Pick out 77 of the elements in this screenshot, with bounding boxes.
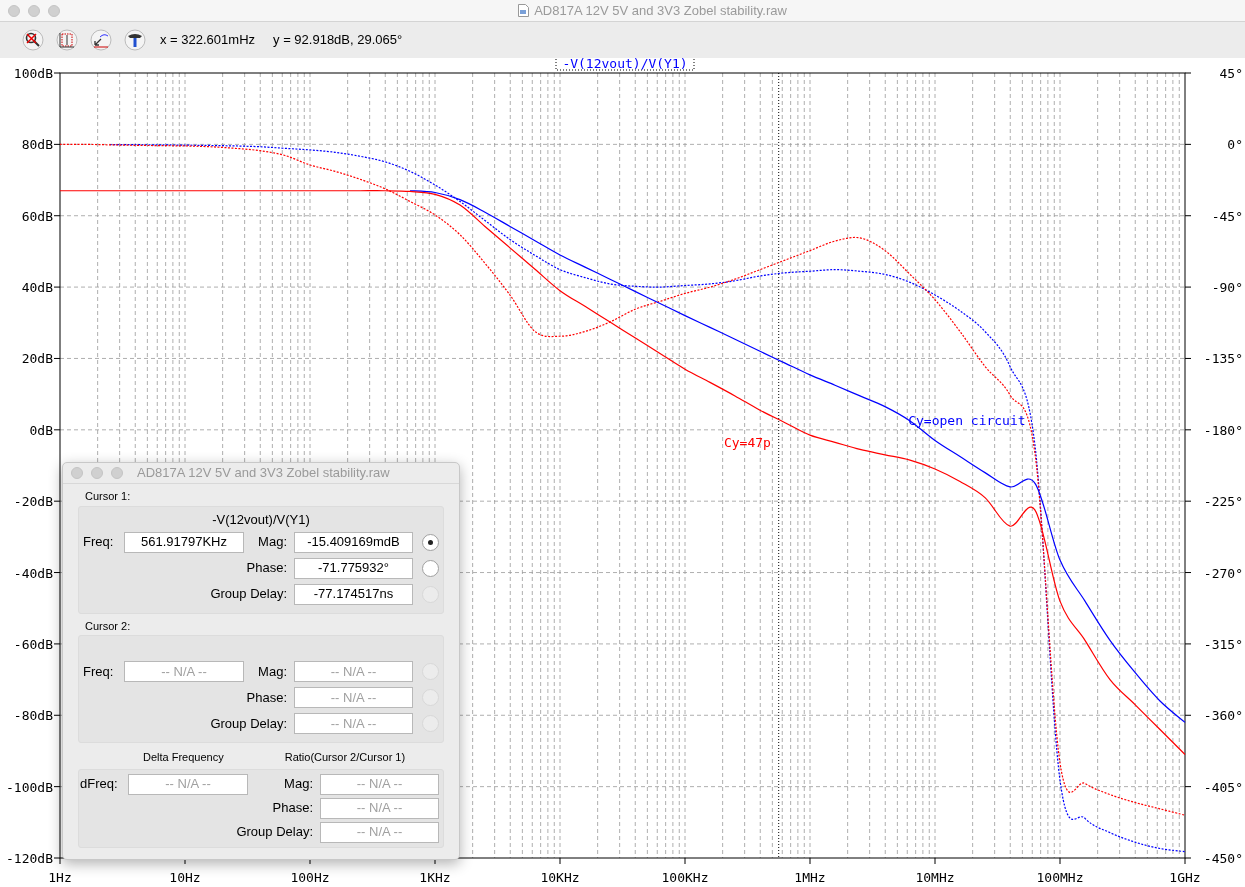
radio-button[interactable] xyxy=(422,559,439,577)
field-label: Mag: xyxy=(258,533,287,552)
trace-title[interactable]: -V(12vout)/V(Y1) xyxy=(555,58,695,71)
window-control-icon[interactable] xyxy=(48,4,60,17)
field-label: Group Delay: xyxy=(210,714,287,733)
y-readout: y = 92.918dB, 29.065° xyxy=(273,31,403,50)
hammer-icon[interactable] xyxy=(124,29,146,51)
cursor-line[interactable] xyxy=(778,72,780,859)
radio-button[interactable] xyxy=(422,533,439,551)
x-axis-label: 100KHz xyxy=(661,870,709,885)
y-axis-label: -120dB xyxy=(6,851,53,866)
window-control-icon[interactable] xyxy=(91,467,103,479)
x-axis-label: 1Hz xyxy=(48,870,72,885)
group-heading: Ratio(Cursor 2/Cursor 1) xyxy=(284,750,406,765)
x-axis-label: 1MHz xyxy=(794,870,826,885)
phase-axis-label: -180° xyxy=(1203,422,1243,438)
window-control-icon[interactable] xyxy=(71,467,83,479)
field-label: Phase: xyxy=(246,688,287,707)
x-axis-label: 100MHz xyxy=(1036,870,1084,885)
field-label: Freq: xyxy=(83,662,115,681)
window-title: AD817A 12V 5V and 3V3 Zobel stability.raw xyxy=(534,1,787,20)
y-axis-label: 80dB xyxy=(21,137,53,153)
autorange-icon[interactable] xyxy=(56,29,78,51)
x-axis-label: 10Hz xyxy=(169,870,201,885)
phase-axis-label: -360° xyxy=(1203,708,1243,724)
field-label: Phase: xyxy=(246,559,287,578)
phase-axis-label: -225° xyxy=(1203,494,1243,510)
x-axis-label: 1KHz xyxy=(419,870,451,885)
group-heading: Cursor 2: xyxy=(85,618,132,634)
window-control-icon[interactable] xyxy=(8,4,20,17)
y-axis-label: -20dB xyxy=(13,494,53,510)
chart-title: -V(12vout)/V(Y1) xyxy=(562,56,688,71)
phase-axis-label: -90° xyxy=(1211,280,1243,296)
field-label: Group Delay: xyxy=(210,585,287,604)
y-axis-label: -40dB xyxy=(13,565,53,581)
dialog-title: AD817A 12V 5V and 3V3 Zobel stability.raw xyxy=(137,464,390,483)
phase-axis-label: 0° xyxy=(1227,137,1243,153)
phase-axis-label: -270° xyxy=(1203,565,1243,581)
y-axis-label: -60dB xyxy=(13,636,53,652)
field-label: Mag: xyxy=(258,662,287,681)
value-field[interactable]: 561.91797KHz xyxy=(124,531,244,553)
trace-name: -V(12vout)/V(Y1) xyxy=(212,510,310,527)
x-axis-label: 10MHz xyxy=(915,870,955,885)
phase-axis-label: -135° xyxy=(1203,351,1243,367)
trace-label: Cy=open circuit xyxy=(908,413,1026,429)
field-label: Freq: xyxy=(83,533,115,552)
x-axis-label: 10KHz xyxy=(540,870,580,885)
field-label: Group Delay: xyxy=(236,823,313,842)
field-label: Phase: xyxy=(272,799,313,818)
phase-axis-label: -315° xyxy=(1203,636,1243,652)
value-field[interactable]: -71.775932° xyxy=(294,557,413,579)
phase-axis-label: 45° xyxy=(1219,66,1243,81)
x-axis-label: 100Hz xyxy=(290,870,330,885)
y-axis-label: 100dB xyxy=(13,66,53,81)
field-label: Mag: xyxy=(284,775,313,794)
y-axis-label: 20dB xyxy=(21,351,53,367)
field-label: dFreq: xyxy=(79,775,119,794)
y-axis-label: 60dB xyxy=(21,208,53,224)
value-field[interactable]: -15.409169mdB xyxy=(294,531,413,553)
group-heading: Delta Frequency xyxy=(143,750,224,765)
window-control-icon[interactable] xyxy=(28,4,40,17)
phase-axis-label: -405° xyxy=(1203,779,1243,795)
phase-axis-label: -45° xyxy=(1211,208,1243,224)
zoom-cancel-icon[interactable] xyxy=(22,29,44,51)
x-readout: x = 322.601mHz xyxy=(160,31,256,50)
y-axis-label: 0dB xyxy=(29,422,53,438)
value-field[interactable]: -77.174517ns xyxy=(294,583,413,605)
group-heading: Cursor 1: xyxy=(85,489,132,504)
y-axis-label: 40dB xyxy=(21,280,53,296)
document-icon xyxy=(518,4,530,17)
window-control-icon[interactable] xyxy=(111,467,123,479)
x-axis-label: 1GHz xyxy=(1169,870,1201,885)
y-axis-label: -80dB xyxy=(13,708,53,724)
trace-label: Cy=47p xyxy=(724,434,771,450)
phase-axis-label: -450° xyxy=(1203,851,1243,866)
zoom-back-icon[interactable] xyxy=(90,29,112,51)
y-axis-label: -100dB xyxy=(6,779,53,795)
